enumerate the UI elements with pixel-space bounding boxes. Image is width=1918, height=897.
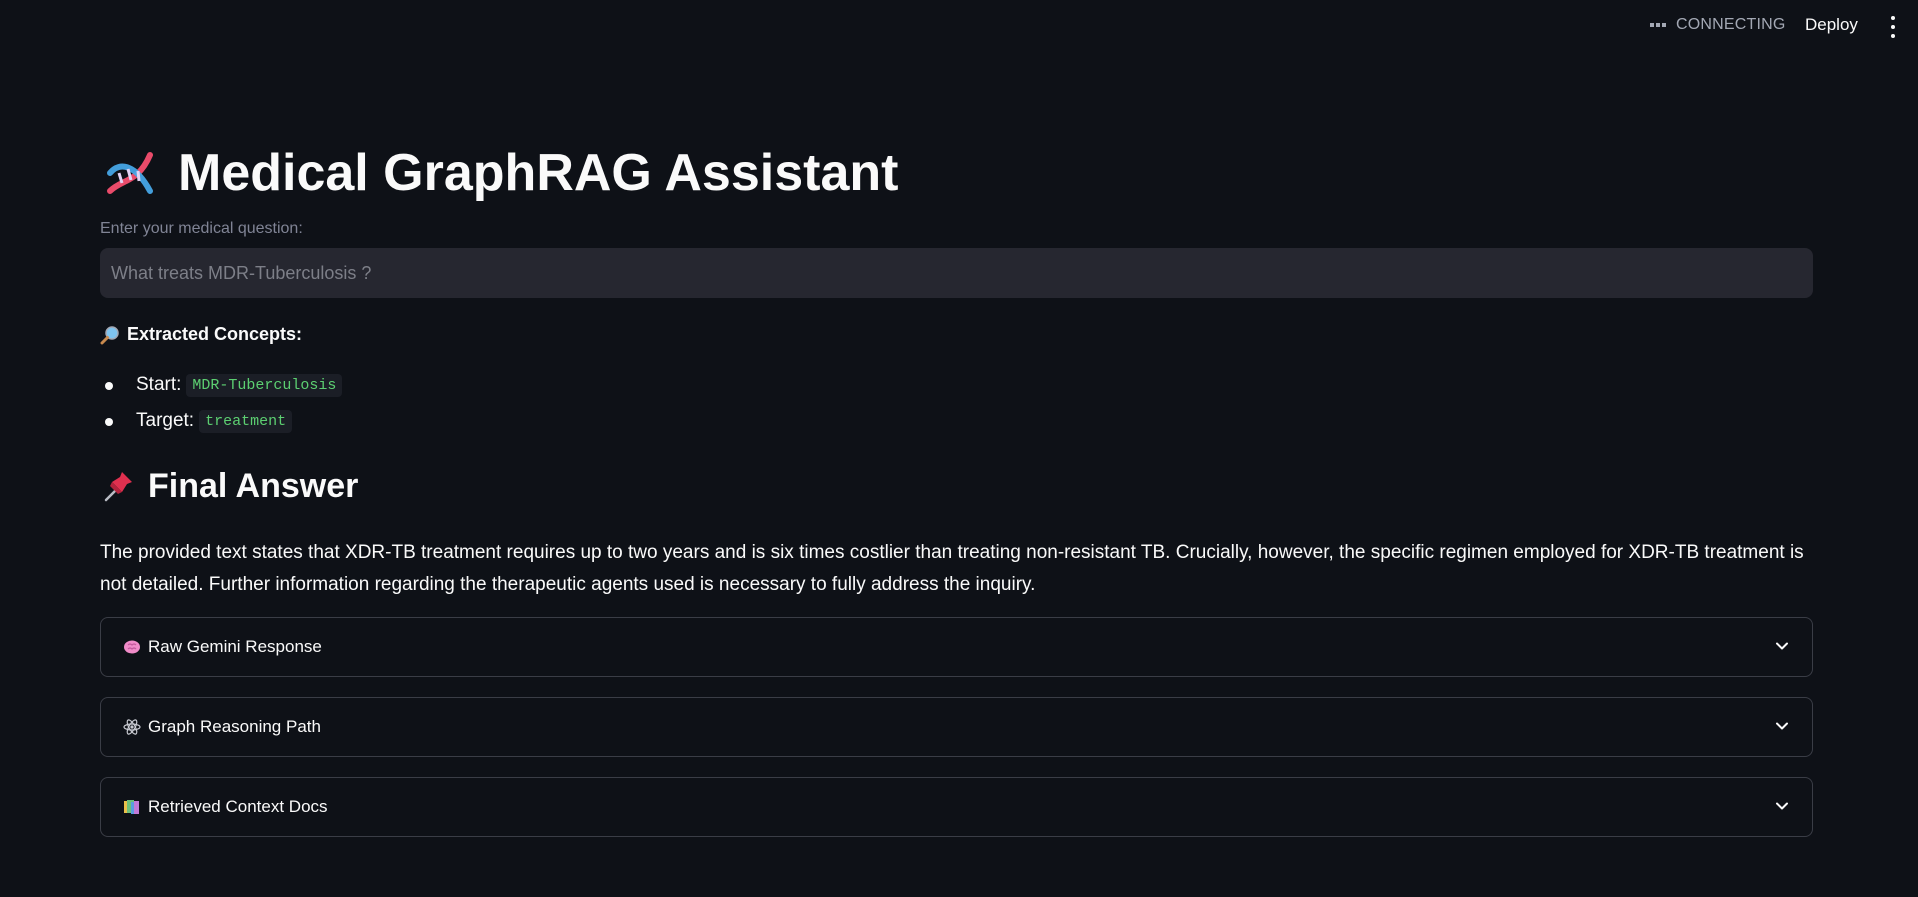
chevron-down-icon[interactable] xyxy=(1774,638,1790,654)
deploy-button[interactable]: Deploy xyxy=(1805,15,1858,35)
expander-label: Retrieved Context Docs xyxy=(148,797,328,817)
connecting-dots-icon xyxy=(1650,23,1666,27)
chevron-down-icon[interactable] xyxy=(1774,798,1790,814)
extracted-concepts-heading: Extracted Concepts: xyxy=(100,324,1813,345)
books-icon xyxy=(124,800,139,815)
list-item: Target: treatment xyxy=(100,403,1813,439)
extracted-concepts-heading-text: Extracted Concepts: xyxy=(127,324,303,344)
final-answer-heading-text: Final Answer xyxy=(148,466,359,505)
expander-label: Graph Reasoning Path xyxy=(148,717,321,737)
main-content: Medical GraphRAG Assistant Enter your me… xyxy=(100,130,1813,838)
concept-label: Start: xyxy=(136,374,182,395)
top-toolbar: CONNECTING Deploy xyxy=(0,0,1918,52)
expander-retrieved-context-docs[interactable]: Retrieved Context Docs xyxy=(100,777,1813,838)
chevron-down-icon[interactable] xyxy=(1774,718,1790,734)
atom-icon xyxy=(123,719,141,735)
brain-icon xyxy=(124,640,140,654)
expander-raw-gemini-response[interactable]: Raw Gemini Response xyxy=(100,617,1813,678)
kebab-menu-icon[interactable] xyxy=(1888,16,1898,38)
concept-value: treatment xyxy=(199,409,293,433)
page-title-text: Medical GraphRAG Assistant xyxy=(178,144,899,202)
pushpin-icon xyxy=(104,472,132,502)
concept-value: MDR-Tuberculosis xyxy=(186,373,343,397)
concept-label: Target: xyxy=(136,410,195,431)
magnifier-icon xyxy=(100,325,119,344)
connection-status: CONNECTING xyxy=(1650,16,1786,34)
connection-status-text: CONNECTING xyxy=(1676,16,1786,33)
question-input[interactable] xyxy=(100,248,1813,298)
dna-icon xyxy=(107,152,153,194)
final-answer-heading: Final Answer xyxy=(100,463,1813,509)
list-item: Start: MDR-Tuberculosis xyxy=(100,367,1813,403)
expander-graph-reasoning-path[interactable]: Graph Reasoning Path xyxy=(100,697,1813,758)
page-title: Medical GraphRAG Assistant xyxy=(100,130,1813,216)
expander-label: Raw Gemini Response xyxy=(148,637,322,657)
concepts-list: Start: MDR-Tuberculosis Target: treatmen… xyxy=(100,367,1813,439)
final-answer-text: The provided text states that XDR-TB tre… xyxy=(100,542,1804,596)
question-label: Enter your medical question: xyxy=(100,220,303,237)
